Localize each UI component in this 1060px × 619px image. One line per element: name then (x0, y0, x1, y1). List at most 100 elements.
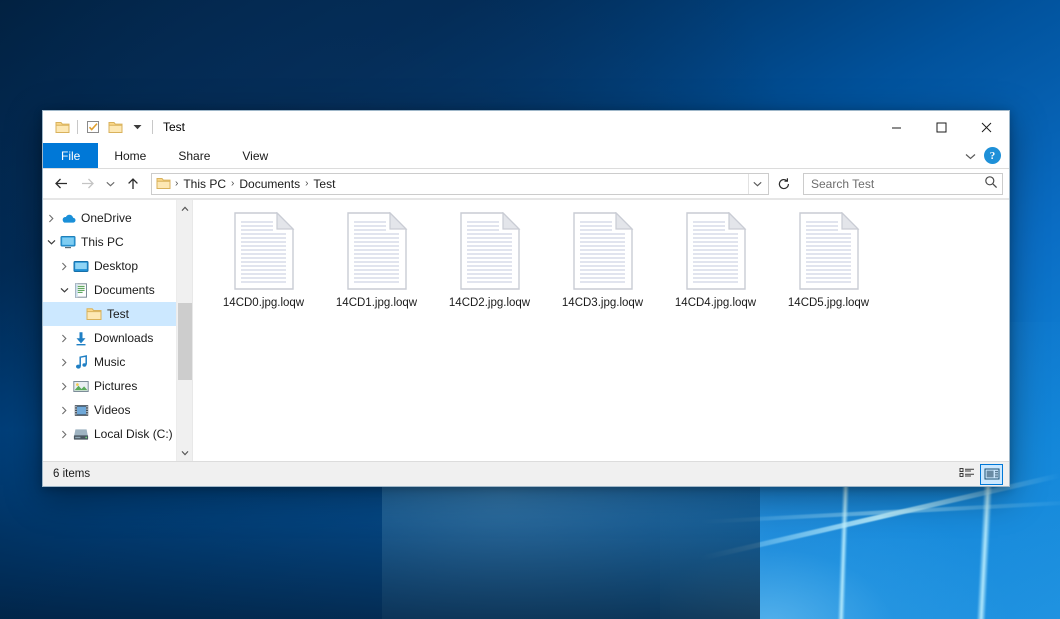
sidebar-item-downloads[interactable]: Downloads (43, 326, 192, 350)
chevron-down-icon[interactable] (43, 239, 59, 246)
search-input[interactable] (811, 177, 984, 191)
cloud-icon (59, 210, 77, 226)
sidebar-item-label: Pictures (94, 379, 137, 393)
maximize-button[interactable] (919, 111, 964, 143)
chevron-right-icon[interactable] (56, 406, 72, 415)
sidebar-item-label: Local Disk (C:) (94, 427, 173, 441)
chevron-right-icon[interactable] (43, 214, 59, 223)
minimize-button[interactable] (874, 111, 919, 143)
wallpaper-light-flare (660, 470, 1020, 619)
tab-file[interactable]: File (43, 143, 98, 168)
monitor-icon (59, 234, 77, 250)
help-icon[interactable]: ? (984, 147, 1001, 164)
navigation-pane-scrollbar[interactable] (176, 200, 192, 461)
chevron-right-icon[interactable] (56, 382, 72, 391)
file-item[interactable]: 14CD5.jpg.loqw (772, 210, 885, 328)
tab-view[interactable]: View (226, 143, 284, 168)
sidebar-item-videos[interactable]: Videos (43, 398, 192, 422)
file-item[interactable]: 14CD4.jpg.loqw (659, 210, 772, 328)
window-title: Test (163, 120, 185, 134)
breadcrumb-dropdown-icon[interactable] (748, 174, 766, 194)
generic-document-icon (459, 212, 521, 290)
folder-icon (85, 306, 103, 322)
sidebar-item-label: Videos (94, 403, 130, 417)
navigation-pane: OneDrive This PC (43, 200, 193, 461)
status-bar: 6 items (43, 461, 1009, 486)
forward-button[interactable] (75, 172, 99, 196)
details-view-button[interactable] (955, 464, 978, 485)
breadcrumb-folder-icon (156, 177, 172, 191)
chevron-right-icon[interactable] (56, 358, 72, 367)
file-item[interactable]: 14CD1.jpg.loqw (320, 210, 433, 328)
breadcrumb[interactable]: › This PC › Documents › Test (151, 173, 769, 195)
customize-dropdown-icon[interactable] (126, 116, 148, 138)
sidebar-item-label: Downloads (94, 331, 153, 345)
chevron-right-icon[interactable] (56, 334, 72, 343)
new-folder-icon[interactable] (104, 116, 126, 138)
breadcrumb-item-documents[interactable]: Documents (235, 177, 304, 191)
generic-document-icon (798, 212, 860, 290)
tab-share[interactable]: Share (162, 143, 226, 168)
file-name-label: 14CD4.jpg.loqw (675, 296, 756, 310)
sidebar-item-onedrive[interactable]: OneDrive (43, 206, 192, 230)
file-name-label: 14CD1.jpg.loqw (336, 296, 417, 310)
file-item[interactable]: 14CD0.jpg.loqw (207, 210, 320, 328)
recent-locations-button[interactable] (101, 172, 119, 196)
scroll-down-arrow-icon[interactable] (177, 444, 193, 461)
quick-access-toolbar (43, 116, 157, 138)
sidebar-item-music[interactable]: Music (43, 350, 192, 374)
ribbon-right-controls: ? (965, 143, 1009, 168)
file-list[interactable]: 14CD0.jpg.loqw 14CD1.jpg.loqw 14CD2.jpg.lo… (193, 200, 1009, 461)
toolbar-separator-2 (152, 120, 153, 134)
sidebar-item-label: Test (107, 307, 129, 321)
large-icons-view-button[interactable] (980, 464, 1003, 485)
file-item[interactable]: 14CD2.jpg.loqw (433, 210, 546, 328)
breadcrumb-item-test[interactable]: Test (309, 177, 339, 191)
generic-document-icon (685, 212, 747, 290)
toolbar-separator-1 (77, 120, 78, 134)
scrollbar-track[interactable] (177, 217, 193, 444)
file-name-label: 14CD3.jpg.loqw (562, 296, 643, 310)
file-name-label: 14CD0.jpg.loqw (223, 296, 304, 310)
sidebar-item-local-disk-c[interactable]: Local Disk (C:) (43, 422, 192, 446)
chevron-right-icon[interactable] (56, 262, 72, 271)
chevron-right-icon[interactable] (56, 430, 72, 439)
download-icon (72, 330, 90, 346)
generic-document-icon (233, 212, 295, 290)
drive-icon (72, 426, 90, 442)
file-item[interactable]: 14CD3.jpg.loqw (546, 210, 659, 328)
sidebar-item-label: OneDrive (81, 211, 132, 225)
title-bar: Test (43, 111, 1009, 143)
sidebar-item-this-pc[interactable]: This PC (43, 230, 192, 254)
chevron-down-icon[interactable] (965, 149, 976, 163)
sidebar-item-label: This PC (81, 235, 124, 249)
pictures-icon (72, 378, 90, 394)
sidebar-item-desktop[interactable]: Desktop (43, 254, 192, 278)
search-box[interactable] (803, 173, 1003, 195)
videos-icon (72, 402, 90, 418)
sidebar-item-label: Desktop (94, 259, 138, 273)
back-button[interactable] (49, 172, 73, 196)
ribbon-tabs: File Home Share View ? (43, 143, 1009, 169)
sidebar-item-documents[interactable]: Documents (43, 278, 192, 302)
tab-home[interactable]: Home (98, 143, 162, 168)
sidebar-item-test[interactable]: Test (43, 302, 192, 326)
sidebar-item-pictures[interactable]: Pictures (43, 374, 192, 398)
documents-icon (72, 282, 90, 298)
up-button[interactable] (121, 172, 145, 196)
search-icon[interactable] (984, 175, 998, 192)
file-explorer-window: Test File Home Share View (42, 110, 1010, 487)
properties-icon[interactable] (82, 116, 104, 138)
close-button[interactable] (964, 111, 1009, 143)
file-name-label: 14CD2.jpg.loqw (449, 296, 530, 310)
refresh-button[interactable] (773, 173, 795, 195)
scrollbar-thumb[interactable] (178, 303, 192, 380)
window-body: OneDrive This PC (43, 199, 1009, 461)
generic-document-icon (346, 212, 408, 290)
item-count-label: 6 items (53, 468, 90, 480)
breadcrumb-item-this-pc[interactable]: This PC (179, 177, 230, 191)
chevron-down-icon[interactable] (56, 287, 72, 294)
scroll-up-arrow-icon[interactable] (177, 200, 193, 217)
sidebar-item-label: Documents (94, 283, 155, 297)
folder-icon[interactable] (51, 116, 73, 138)
